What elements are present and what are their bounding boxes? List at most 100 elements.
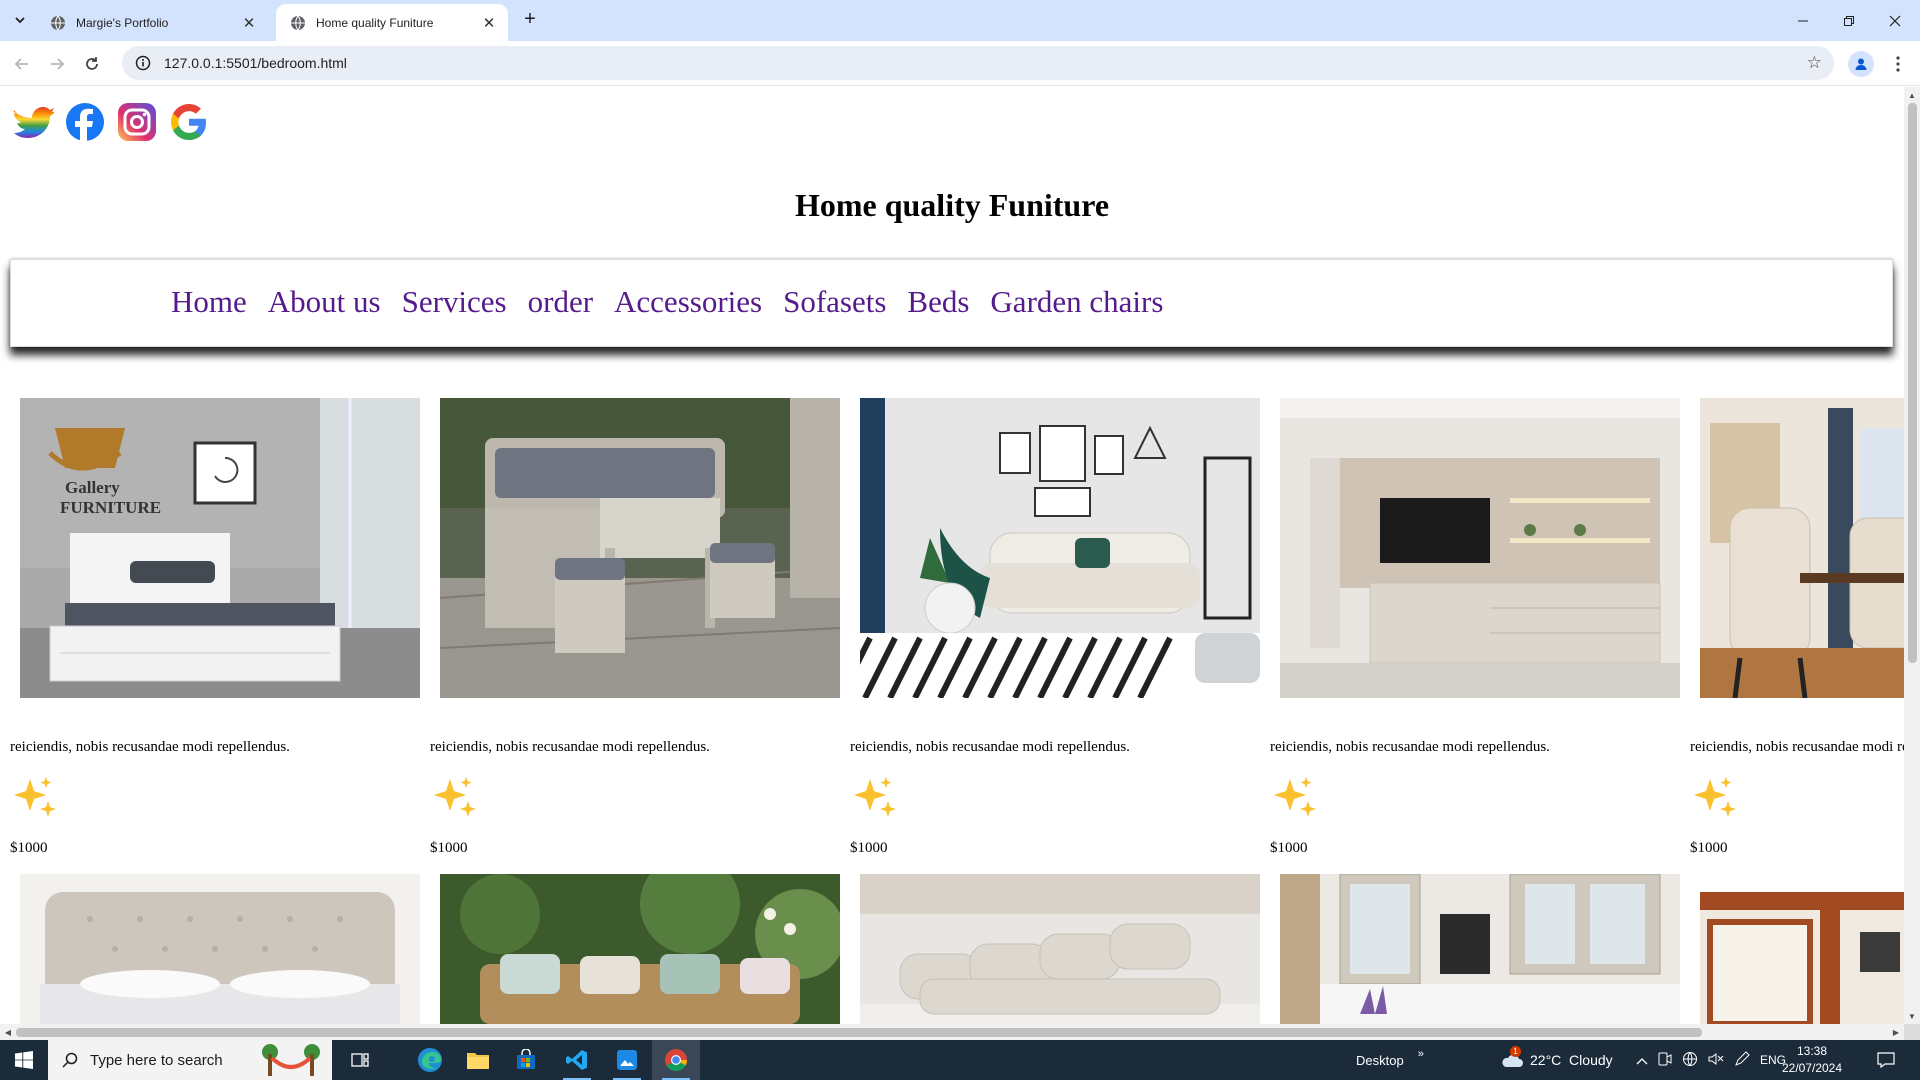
desktop-toolbar[interactable]: Desktop » (1356, 1040, 1424, 1080)
product-description: reiciendis, nobis recusandae modi repell… (1270, 739, 1550, 755)
taskbar-store[interactable] (502, 1040, 550, 1080)
start-button[interactable] (0, 1040, 48, 1080)
site-info-icon[interactable] (132, 52, 154, 74)
system-tray-icons: ENG (1636, 1040, 1786, 1080)
profile-button[interactable] (1848, 51, 1874, 77)
forward-button[interactable] (43, 50, 71, 78)
furniture-logo-text: FURNITURE (60, 498, 161, 517)
cloud-icon: 1 (1500, 1046, 1524, 1070)
vertical-scrollbar[interactable]: ▲ ▼ (1904, 87, 1920, 1024)
bookmark-star-icon[interactable]: ☆ (1807, 53, 1822, 73)
folder-icon (467, 1053, 489, 1069)
product-image-kitchen-cabinets[interactable] (1280, 874, 1680, 1024)
product-image-garden-rattan-set[interactable] (440, 398, 840, 698)
arrow-left-icon (14, 58, 28, 70)
chevron-down-icon (15, 17, 25, 24)
product-grid: Gallery FURNITURE reiciendis, nobis recu… (0, 87, 1904, 1024)
store-icon (517, 1049, 535, 1069)
minimize-icon (1798, 20, 1808, 21)
clock[interactable]: 13:38 22/07/2024 (1776, 1043, 1848, 1077)
person-icon (1855, 58, 1867, 70)
taskbar-edge[interactable] (406, 1040, 454, 1080)
page-viewport: Home quality Funiture Home About us Serv… (0, 87, 1904, 1024)
product-image-bed-gallery-furniture[interactable]: Gallery FURNITURE (20, 398, 420, 698)
product-description: reiciendis, nobis recusandae modi repell… (1690, 739, 1904, 755)
browser-menu-button[interactable] (1884, 50, 1912, 78)
desktop-label: Desktop (1356, 1052, 1404, 1068)
tab-home-quality-funiture[interactable]: Home quality Funiture ✕ (276, 4, 508, 41)
speaker-muted-icon[interactable] (1708, 1052, 1724, 1069)
edge-icon (418, 1048, 442, 1072)
scroll-right-arrow-icon[interactable]: ▶ (1888, 1024, 1904, 1040)
weather-text: 22°C Cloudy (1530, 1052, 1613, 1068)
vertical-scroll-thumb[interactable] (1908, 103, 1917, 663)
taskbar-search-box[interactable]: Type here to search (48, 1040, 332, 1080)
tab-margies-portfolio[interactable]: Margie's Portfolio ✕ (36, 4, 268, 41)
scrollbar-corner (1904, 1024, 1920, 1040)
product-image-modular-sofa[interactable] (860, 874, 1260, 1024)
browser-toolbar: 127.0.0.1:5501/bedroom.html ☆ (0, 41, 1920, 86)
scroll-up-arrow-icon[interactable]: ▲ (1904, 87, 1920, 103)
product-price: $1000 (850, 840, 888, 856)
gallery-logo-text: Gallery (65, 478, 120, 497)
product-description: reiciendis, nobis recusandae modi repell… (430, 739, 710, 755)
browser-tabstrip: Margie's Portfolio ✕ Home quality Funitu… (0, 0, 1920, 41)
window-close-button[interactable] (1872, 0, 1918, 41)
window-restore-button[interactable] (1826, 0, 1872, 41)
product-price: $1000 (1270, 840, 1308, 856)
show-hidden-icons-chevron-icon[interactable] (1636, 1053, 1648, 1068)
arrow-right-icon (51, 58, 65, 70)
address-bar[interactable]: 127.0.0.1:5501/bedroom.html ☆ (122, 46, 1834, 80)
tab-search-button[interactable] (6, 8, 34, 32)
network-globe-icon[interactable] (1682, 1051, 1698, 1070)
product-image-kitchen-window[interactable] (1700, 892, 1904, 1024)
globe-icon (51, 15, 65, 30)
product-image-living-room-sofa[interactable] (860, 398, 1260, 698)
restore-icon (1844, 15, 1854, 26)
close-icon (1889, 15, 1901, 26)
reload-button[interactable] (78, 50, 106, 78)
sparkles-icon (1694, 777, 1736, 817)
tab-title: Margie's Portfolio (76, 15, 169, 30)
clock-time: 13:38 (1796, 1044, 1828, 1058)
scroll-left-arrow-icon[interactable]: ◀ (0, 1024, 16, 1040)
notification-center-button[interactable] (1862, 1040, 1910, 1080)
taskbar-file-explorer[interactable] (454, 1040, 502, 1080)
photos-icon (617, 1050, 637, 1070)
task-view-icon (351, 1053, 369, 1067)
product-image-tufted-headboard-bed[interactable] (20, 874, 420, 1024)
pen-icon[interactable] (1734, 1050, 1750, 1070)
product-price: $1000 (1690, 840, 1728, 856)
scroll-down-arrow-icon[interactable]: ▼ (1904, 1008, 1920, 1024)
sparkles-icon (1274, 777, 1316, 817)
url-text[interactable]: 127.0.0.1:5501/bedroom.html (164, 55, 347, 71)
taskbar-photo-app[interactable] (603, 1040, 651, 1080)
window-minimize-button[interactable] (1780, 0, 1826, 41)
horizontal-scrollbar[interactable]: ◀ ▶ (0, 1024, 1904, 1040)
tab-title: Home quality Funiture (316, 15, 434, 30)
product-description: reiciendis, nobis recusandae modi repell… (10, 739, 290, 755)
weather-widget[interactable]: 1 22°C Cloudy (1500, 1040, 1613, 1080)
product-image-dining-chairs[interactable] (1700, 398, 1904, 698)
search-icon (62, 1052, 78, 1068)
tab-close-icon[interactable]: ✕ (240, 14, 258, 32)
double-chevron-icon[interactable]: » (1418, 1048, 1424, 1060)
search-highlight-hammock-icon (262, 1044, 320, 1076)
product-price: $1000 (430, 840, 468, 856)
meet-now-icon[interactable] (1658, 1052, 1672, 1069)
search-placeholder: Type here to search (90, 1051, 223, 1069)
horizontal-scroll-thumb[interactable] (16, 1028, 1702, 1037)
windows-taskbar: Type here to search Desktop » 1 22°C Clo… (0, 1040, 1920, 1080)
sparkles-icon (854, 777, 896, 817)
chrome-icon (665, 1049, 687, 1071)
new-tab-button[interactable]: + (518, 8, 542, 32)
product-image-garden-sofa[interactable] (440, 874, 840, 1024)
taskbar-vscode[interactable] (553, 1040, 601, 1080)
windows-logo-icon (15, 1051, 33, 1069)
back-button[interactable] (8, 50, 36, 78)
tab-close-icon[interactable]: ✕ (480, 14, 498, 32)
product-image-tv-wall-unit[interactable] (1280, 398, 1680, 698)
task-view-button[interactable] (336, 1040, 384, 1080)
taskbar-chrome[interactable] (652, 1040, 700, 1080)
sparkles-icon (14, 777, 56, 817)
